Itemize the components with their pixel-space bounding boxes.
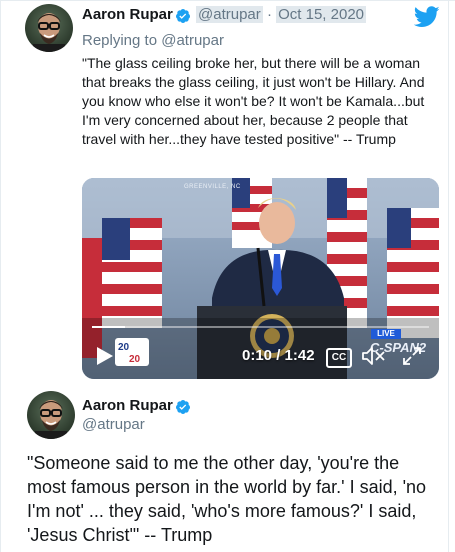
svg-text:20: 20: [129, 354, 141, 365]
handle-text[interactable]: @atrupar: [196, 6, 263, 23]
location-overlay: GREENVILLE, NC: [184, 184, 241, 190]
campaign-2020-logo: 20 20: [115, 338, 149, 366]
captions-button[interactable]: CC: [326, 348, 352, 368]
author-handle: @atrupar · Oct 15, 2020: [196, 6, 367, 23]
play-icon[interactable]: [96, 346, 114, 366]
tweet-text-2: "Someone said to me the other day, 'you'…: [27, 453, 427, 545]
author-handle-2[interactable]: @atrupar: [82, 416, 145, 433]
progress-fill: [92, 326, 126, 328]
frame-border-left: [0, 0, 1, 552]
svg-text:20: 20: [118, 342, 130, 353]
tweet-date[interactable]: Oct 15, 2020: [276, 6, 367, 23]
verified-badge-icon-2: [175, 399, 191, 415]
progress-bar[interactable]: [92, 326, 429, 328]
author-name-2[interactable]: Aaron Rupar: [82, 397, 173, 414]
twitter-bird-icon[interactable]: [414, 6, 440, 28]
replying-to-label: Replying to: [82, 32, 158, 49]
muted-speaker-icon[interactable]: [362, 346, 386, 366]
replying-to: Replying to @atrupar: [82, 32, 224, 49]
author-avatar-2[interactable]: [27, 391, 75, 439]
fullscreen-icon[interactable]: [402, 346, 422, 366]
author-name[interactable]: Aaron Rupar: [82, 6, 173, 23]
verified-badge-icon: [175, 8, 191, 24]
frame-border-right: [448, 0, 449, 552]
avatar-illustration: [33, 13, 65, 52]
author-avatar[interactable]: [25, 4, 73, 52]
avatar-illustration-2: [35, 400, 67, 439]
video-player[interactable]: GREENVILLE, NC LIVE C-SPAN2 20 20 0:10 /…: [82, 178, 439, 379]
video-time: 0:10 / 1:42: [242, 347, 315, 364]
frame-border-top: [0, 0, 455, 1]
replying-to-mention[interactable]: @atrupar: [161, 32, 224, 49]
tweet-text: "The glass ceiling broke her, but there …: [82, 55, 425, 147]
live-badge: LIVE: [371, 329, 401, 339]
separator-dot: ·: [266, 6, 272, 23]
